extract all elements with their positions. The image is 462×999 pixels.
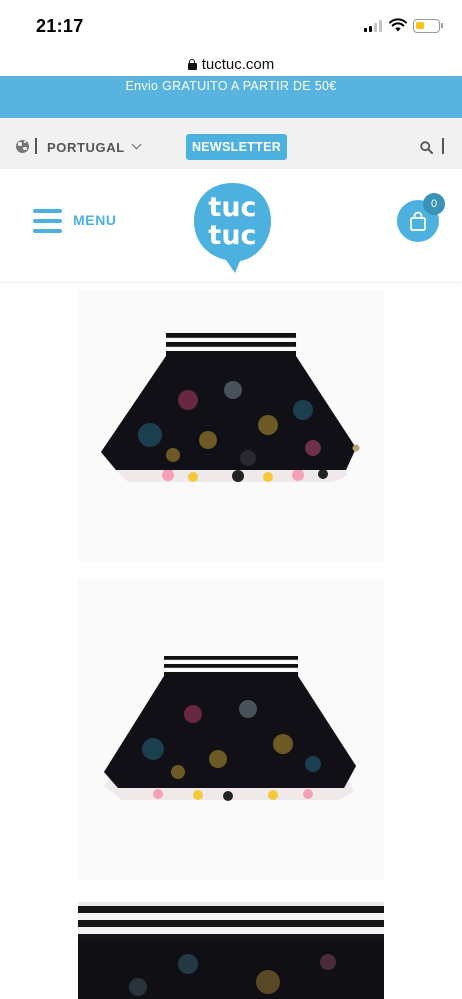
shopping-bag-icon [410, 211, 426, 231]
divider [442, 138, 444, 154]
search-icon[interactable] [420, 141, 433, 154]
product-photo-skirt-detail[interactable] [78, 902, 384, 999]
logo-text-line1: tuc [208, 192, 257, 223]
cart-count-badge: 0 [423, 193, 445, 215]
free-shipping-banner: Envio GRATUITO A PARTIR DE 50€ [0, 76, 462, 118]
skirt-image [101, 333, 360, 482]
menu-button[interactable]: MENU [73, 212, 117, 228]
divider [35, 138, 37, 154]
status-time: 21:17 [36, 16, 84, 36]
lock-icon [187, 58, 197, 70]
hamburger-icon[interactable] [33, 209, 62, 233]
cellular-signal-icon [364, 20, 384, 32]
globe-icon[interactable] [16, 140, 29, 153]
product-photo-skirt-back[interactable] [78, 580, 384, 880]
logo-text-line2: tuc [208, 220, 257, 251]
url-text: tuctuc.com [201, 55, 275, 73]
product-photo-skirt-front[interactable] [78, 290, 384, 562]
country-selector[interactable]: PORTUGAL [47, 140, 125, 155]
wifi-icon [389, 18, 407, 32]
status-bar: 21:17 [0, 0, 462, 52]
battery-icon [413, 19, 440, 33]
skirt-image [104, 656, 356, 801]
skirt-detail-image [78, 902, 384, 996]
newsletter-button[interactable]: NEWSLETTER [186, 134, 287, 160]
address-bar[interactable]: tuctuc.com [0, 52, 462, 76]
